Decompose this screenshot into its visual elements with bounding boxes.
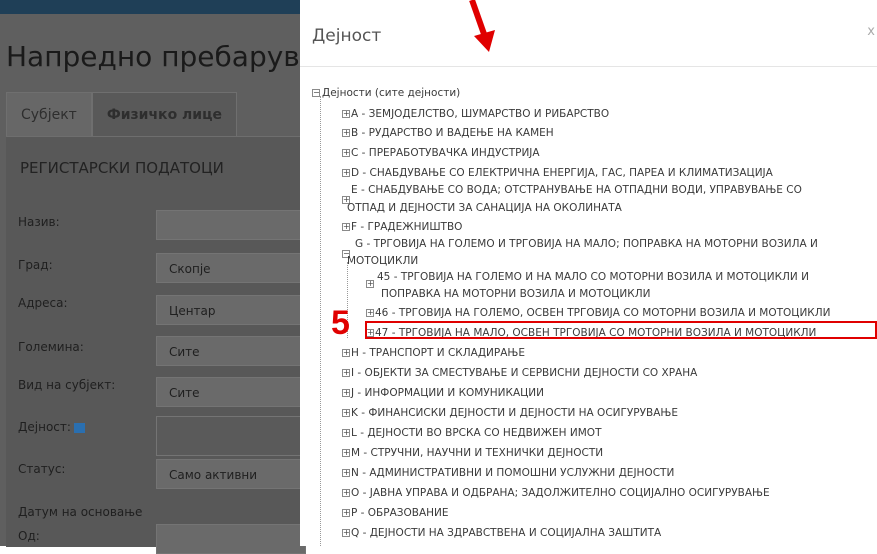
arrow-head (474, 30, 495, 52)
annotation-arrow-icon (469, 0, 495, 52)
arrow-shaft (469, 0, 487, 35)
